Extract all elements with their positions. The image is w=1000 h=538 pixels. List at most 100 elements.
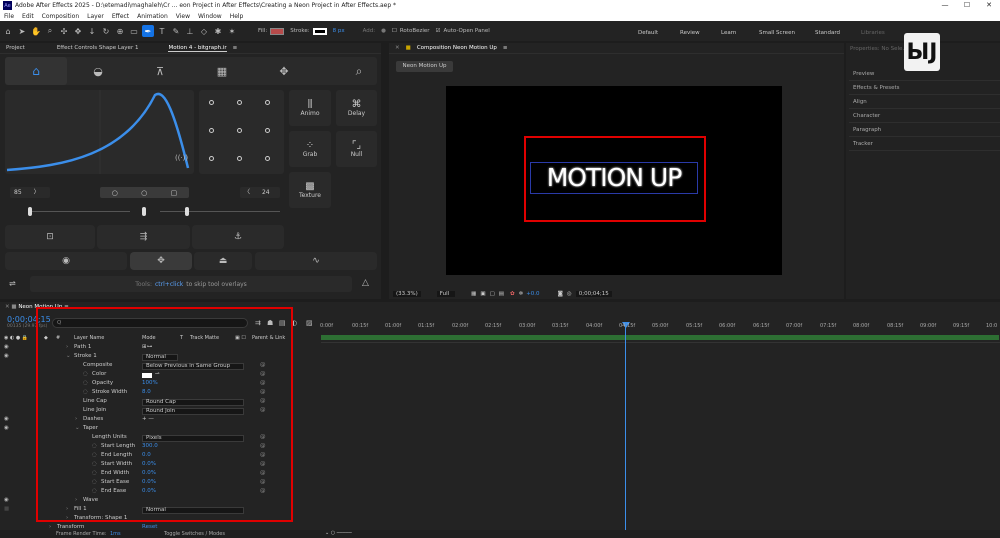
panel-paragraph[interactable]: Paragraph: [849, 124, 1000, 137]
close-icon[interactable]: ✕: [978, 0, 1000, 11]
panel-tracker[interactable]: Tracker: [849, 138, 1000, 151]
neon-text[interactable]: MOTION UP: [530, 162, 698, 194]
anchor-dot[interactable]: [265, 128, 270, 133]
menu-layer[interactable]: Layer: [87, 13, 104, 20]
maximize-icon[interactable]: ☐: [956, 0, 978, 11]
workspace-learn[interactable]: Learn: [721, 30, 736, 36]
rotate-tool-icon[interactable]: ↻: [100, 25, 112, 37]
add-arrow-icon[interactable]: ●: [381, 28, 386, 34]
wave-button[interactable]: ∿: [255, 252, 377, 270]
panel-menu-icon[interactable]: ≡: [233, 45, 238, 51]
hand-tool-icon[interactable]: ✋: [30, 25, 42, 37]
anchor-dot[interactable]: [209, 100, 214, 105]
minimize-icon[interactable]: —: [934, 0, 956, 11]
fill-swatch[interactable]: [270, 27, 285, 35]
anchor-dot[interactable]: [237, 156, 242, 161]
broadcast-icon[interactable]: ((·)): [175, 154, 188, 162]
timeline-lock-icon[interactable]: ■: [11, 304, 16, 310]
animo-button[interactable]: ⫼ Animo: [289, 90, 331, 126]
panel-preview[interactable]: Preview: [849, 68, 1000, 81]
zoom-slider-icon[interactable]: ⌄ ○ ─────: [325, 530, 352, 536]
curve-preset-selector[interactable]: ○ ○ ▢: [100, 187, 189, 198]
easing-curve-graph[interactable]: ((·)): [5, 90, 194, 174]
settings-sliders-icon[interactable]: ⇌: [9, 279, 16, 288]
anchor-button[interactable]: ⚓: [192, 225, 284, 249]
ease-in-slider[interactable]: [28, 211, 130, 212]
transparency-toggle-icon[interactable]: ▤: [499, 291, 504, 297]
mask-toggle-icon[interactable]: ▣: [480, 291, 485, 297]
anchor-dot[interactable]: [237, 100, 242, 105]
eye-icon[interactable]: ◉: [4, 416, 9, 422]
anchor-dot[interactable]: [265, 156, 270, 161]
stroke-swatch[interactable]: [312, 27, 327, 35]
viewer-timecode[interactable]: 0;00;04;15: [575, 290, 612, 297]
tab-motion[interactable]: Motion 4 - bitgraph.ir: [168, 45, 227, 52]
selection-tool-icon[interactable]: ➤: [16, 25, 28, 37]
eraser-tool-icon[interactable]: ◇: [198, 25, 210, 37]
frame-button[interactable]: ⊡: [5, 225, 95, 249]
anchor-grid[interactable]: [199, 90, 284, 174]
comp-lock-icon[interactable]: ■: [406, 45, 411, 51]
type-tool-icon[interactable]: T: [156, 25, 168, 37]
comp-viewer[interactable]: MOTION UP: [446, 86, 782, 275]
properties-panel-title[interactable]: Properties: No Sele...: [850, 46, 908, 52]
snapshot-icon[interactable]: ◙: [558, 291, 563, 297]
stack-button[interactable]: ⏏: [194, 252, 252, 270]
region-toggle-icon[interactable]: ▢: [490, 291, 495, 297]
home-icon[interactable]: ⌂: [2, 25, 14, 37]
stamp-tool-icon[interactable]: ⊥: [184, 25, 196, 37]
av-features-icon[interactable]: ◉ ◐ ● 🔒: [4, 335, 28, 341]
toggle-switches-modes[interactable]: Toggle Switches / Modes: [164, 531, 225, 537]
zoom-tool-icon[interactable]: ⌕: [44, 25, 56, 37]
motion-blur-button[interactable]: ⇶: [97, 225, 190, 249]
rotobezier-checkbox[interactable]: ☐: [392, 28, 397, 34]
eye-icon[interactable]: ◉: [4, 344, 9, 350]
stroke-width-value[interactable]: 8 px: [333, 28, 345, 34]
texture-button[interactable]: ▩ Texture: [289, 172, 331, 208]
anchor-dot[interactable]: [237, 128, 242, 133]
panel-character[interactable]: Character: [849, 110, 1000, 123]
orbit-tool-icon[interactable]: ✣: [58, 25, 70, 37]
eye-icon[interactable]: ■: [4, 506, 9, 512]
pan-tool-icon[interactable]: ✥: [72, 25, 84, 37]
pen-tool-icon[interactable]: ✒: [142, 25, 154, 37]
tab-project[interactable]: Project: [6, 45, 25, 51]
resolution-select[interactable]: Full: [436, 290, 456, 297]
grid-toggle-icon[interactable]: ▦: [471, 291, 476, 297]
panel-align[interactable]: Align: [849, 96, 1000, 109]
roto-tool-icon[interactable]: ✱: [212, 25, 224, 37]
delay-button[interactable]: ⌘ Delay: [336, 90, 377, 126]
tab-composition[interactable]: Composition Neon Motion Up: [417, 45, 497, 51]
work-area-bar[interactable]: [321, 335, 999, 340]
move-tab-icon[interactable]: ✥: [253, 57, 315, 85]
timeline-close-icon[interactable]: ✕: [5, 304, 10, 310]
anchor-tool-icon[interactable]: ⊕: [114, 25, 126, 37]
eye-button[interactable]: ◉: [5, 252, 127, 270]
comp-breadcrumb[interactable]: Neon Motion Up: [396, 61, 453, 72]
auto-open-checkbox[interactable]: ☑: [436, 28, 441, 34]
graph-editor-icon[interactable]: ▨: [306, 319, 313, 327]
puppet-button[interactable]: ✥: [130, 252, 192, 270]
playhead[interactable]: [625, 322, 626, 538]
chevron-right-icon[interactable]: 〉: [34, 189, 40, 196]
workspace-standard[interactable]: Standard: [815, 30, 840, 36]
ease-in-slider-handle[interactable]: [28, 207, 32, 216]
menu-edit[interactable]: Edit: [22, 13, 34, 20]
menu-help[interactable]: Help: [230, 13, 244, 20]
tab-effect-controls[interactable]: Effect Controls Shape Layer 1: [57, 45, 139, 51]
close-tab-icon[interactable]: ✕: [395, 45, 400, 51]
ease-out-value[interactable]: 〈 24: [240, 187, 280, 198]
grab-button[interactable]: ⁘ Grab: [289, 131, 331, 167]
panel-effects-presets[interactable]: Effects & Presets: [849, 82, 1000, 95]
eye-icon[interactable]: ◉: [4, 353, 9, 359]
circle-preset-icon[interactable]: ○: [112, 189, 118, 197]
workspace-libraries[interactable]: Libraries: [861, 30, 885, 36]
search-icon[interactable]: ⌕: [341, 57, 377, 85]
show-snapshot-icon[interactable]: ◎: [567, 291, 572, 297]
ease-out-slider[interactable]: [160, 211, 280, 212]
eye-icon[interactable]: ◉: [4, 497, 9, 503]
dolly-tool-icon[interactable]: ↓: [86, 25, 98, 37]
drop-tab-icon[interactable]: ◒: [67, 57, 129, 85]
anchor-dot[interactable]: [209, 128, 214, 133]
color-channel-icon[interactable]: ✿: [510, 291, 515, 297]
